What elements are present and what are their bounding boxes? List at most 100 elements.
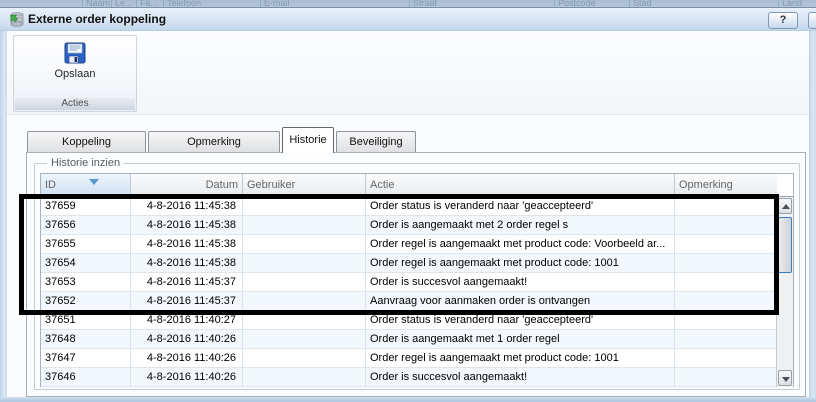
database-with-green-arrow-icon <box>8 11 25 33</box>
cell-id: 37653 <box>41 273 131 291</box>
cell-actie: Order regel is aangemaakt met product co… <box>366 349 675 367</box>
dialog-frame-right <box>809 31 816 402</box>
cell-gebruiker <box>243 216 366 234</box>
table-row[interactable]: 37655 4-8-2016 11:45:38 Order regel is a… <box>41 235 777 254</box>
screen: NaamLe...Fa...TelefoonE-mailStraatPostco… <box>0 0 816 402</box>
tab-strip: Koppeling Opmerking Historie Beveiliging <box>26 127 806 153</box>
cell-datum: 4-8-2016 11:45:38 <box>131 216 243 234</box>
table-row[interactable]: 37648 4-8-2016 11:40:26 Order is aangema… <box>41 330 777 349</box>
cell-gebruiker <box>243 292 366 310</box>
cell-actie: Order regel is aangemaakt met product co… <box>366 235 675 253</box>
table-row[interactable]: 37656 4-8-2016 11:45:38 Order is aangema… <box>41 216 777 235</box>
table-row[interactable]: 37651 4-8-2016 11:40:27 Order status is … <box>41 311 777 330</box>
table-row[interactable]: 37654 4-8-2016 11:45:38 Order regel is a… <box>41 254 777 273</box>
cell-gebruiker <box>243 254 366 272</box>
dialog-body: Opslaan Acties Koppeling Opmerking Histo… <box>7 31 809 397</box>
cell-actie: Order status is veranderd naar 'geaccept… <box>366 311 675 329</box>
arrow-up-icon <box>782 204 790 209</box>
groupbox-label: Historie inzien <box>47 157 124 169</box>
cell-datum: 4-8-2016 11:45:38 <box>131 235 243 253</box>
cell-actie: Aanvraag voor aanmaken order is ontvange… <box>366 292 675 310</box>
cell-id: 37646 <box>41 368 131 386</box>
cell-id: 37654 <box>41 254 131 272</box>
cell-gebruiker <box>243 330 366 348</box>
cell-gebruiker <box>243 311 366 329</box>
table-header-row: ID Datum Gebruiker Actie Opmerking <box>41 174 793 197</box>
scrollbar-thumb[interactable] <box>778 217 792 273</box>
cell-datum: 4-8-2016 11:40:27 <box>131 311 243 329</box>
cell-datum: 4-8-2016 11:40:26 <box>131 349 243 367</box>
cell-actie: Order is aangemaakt met 1 order regel <box>366 330 675 348</box>
cell-opmerking <box>675 235 777 253</box>
cell-actie: Order is aangemaakt met 2 order regel s <box>366 216 675 234</box>
cell-opmerking <box>675 292 777 310</box>
table-row[interactable]: 37659 4-8-2016 11:45:38 Order status is … <box>41 197 777 216</box>
table-row[interactable]: 37653 4-8-2016 11:45:37 Order is succesv… <box>41 273 777 292</box>
tab-opmerking[interactable]: Opmerking <box>148 131 280 153</box>
cell-gebruiker <box>243 368 366 386</box>
cell-gebruiker <box>243 349 366 367</box>
cell-opmerking <box>675 311 777 329</box>
cell-id: 37647 <box>41 349 131 367</box>
ribbon: Opslaan Acties <box>7 31 809 115</box>
historie-table: ID Datum Gebruiker Actie Opmerking 37659… <box>40 173 794 387</box>
arrow-down-icon <box>782 377 790 382</box>
cell-id: 37655 <box>41 235 131 253</box>
cell-datum: 4-8-2016 11:45:38 <box>131 254 243 272</box>
cell-opmerking <box>675 197 777 215</box>
close-button-partial[interactable] <box>808 12 816 29</box>
column-header-id-label: ID <box>45 179 56 191</box>
dialog-titlebar: Externe order koppeling ? <box>0 7 816 31</box>
cell-opmerking <box>675 273 777 291</box>
save-button[interactable]: Opslaan <box>14 39 136 97</box>
vertical-scrollbar[interactable] <box>776 197 793 387</box>
dialog-frame-left <box>0 31 7 402</box>
cell-id: 37656 <box>41 216 131 234</box>
cell-id: 37651 <box>41 311 131 329</box>
cell-opmerking <box>675 368 777 386</box>
table-row[interactable]: 37647 4-8-2016 11:40:26 Order regel is a… <box>41 349 777 368</box>
scroll-down-button[interactable] <box>778 370 792 386</box>
cell-gebruiker <box>243 273 366 291</box>
cell-gebruiker <box>243 197 366 215</box>
help-button[interactable]: ? <box>768 12 798 29</box>
tab-koppeling[interactable]: Koppeling <box>27 131 146 153</box>
column-header-id[interactable]: ID <box>41 174 131 196</box>
table-row[interactable]: 37652 4-8-2016 11:45:37 Aanvraag voor aa… <box>41 292 777 311</box>
cell-actie: Order is succesvol aangemaakt! <box>366 368 675 386</box>
cell-opmerking <box>675 349 777 367</box>
cell-opmerking <box>675 216 777 234</box>
ribbon-group-caption: Acties <box>15 98 135 110</box>
cell-datum: 4-8-2016 11:45:37 <box>131 292 243 310</box>
dialog-title: Externe order koppeling <box>28 12 166 26</box>
historie-inzien-groupbox: Historie inzien ID Datum Gebruiker Actie… <box>34 163 800 390</box>
cell-actie: Order is succesvol aangemaakt! <box>366 273 675 291</box>
cell-actie: Order status is veranderd naar 'geaccept… <box>366 197 675 215</box>
column-header-datum[interactable]: Datum <box>131 174 243 196</box>
sort-filter-icon[interactable] <box>89 179 99 185</box>
table-body: 37659 4-8-2016 11:45:38 Order status is … <box>41 197 777 387</box>
cell-opmerking <box>675 330 777 348</box>
column-header-opmerking[interactable]: Opmerking <box>675 174 777 196</box>
tab-historie[interactable]: Historie <box>282 127 334 153</box>
cell-datum: 4-8-2016 11:40:26 <box>131 330 243 348</box>
cell-gebruiker <box>243 235 366 253</box>
dialog-frame-bottom <box>0 397 816 402</box>
cell-datum: 4-8-2016 11:45:38 <box>131 197 243 215</box>
scroll-up-button[interactable] <box>778 198 792 214</box>
cell-id: 37648 <box>41 330 131 348</box>
column-header-gebruiker[interactable]: Gebruiker <box>243 174 366 196</box>
cell-opmerking <box>675 254 777 272</box>
cell-datum: 4-8-2016 11:40:26 <box>131 368 243 386</box>
historie-tab-panel: Historie inzien ID Datum Gebruiker Actie… <box>26 152 806 397</box>
cell-id: 37659 <box>41 197 131 215</box>
ribbon-group-acties: Opslaan Acties <box>13 35 137 112</box>
cell-actie: Order regel is aangemaakt met product co… <box>366 254 675 272</box>
floppy-disk-icon <box>63 41 87 65</box>
tab-beveiliging[interactable]: Beveiliging <box>336 131 416 153</box>
cell-id: 37652 <box>41 292 131 310</box>
table-row[interactable]: 37646 4-8-2016 11:40:26 Order is succesv… <box>41 368 777 387</box>
cell-datum: 4-8-2016 11:45:37 <box>131 273 243 291</box>
column-header-actie[interactable]: Actie <box>366 174 675 196</box>
save-button-label: Opslaan <box>14 68 136 80</box>
